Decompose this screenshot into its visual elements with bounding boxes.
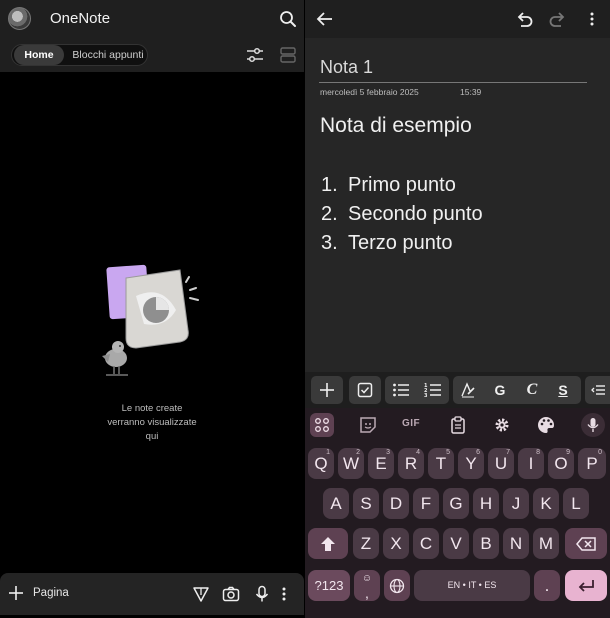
- backspace-key[interactable]: [565, 528, 607, 559]
- checkbox-button[interactable]: [349, 376, 381, 404]
- note-editor-pane: Nota 1 mercoledì 5 febbraio 2025 15:39 N…: [305, 0, 610, 618]
- key-w[interactable]: W2: [338, 448, 364, 479]
- note-time: 15:39: [460, 87, 482, 97]
- space-bar[interactable]: EN • IT • ES: [414, 570, 530, 601]
- key-z[interactable]: Z: [353, 528, 379, 559]
- grid-icon: [315, 418, 329, 432]
- microphone-icon: [587, 418, 599, 432]
- text-style-group: G C S: [453, 376, 581, 404]
- key-s[interactable]: S: [353, 488, 379, 519]
- key-h[interactable]: H: [473, 488, 499, 519]
- plus-icon: [320, 383, 334, 397]
- formatting-toolbar: 1 2 3 G C S: [305, 372, 610, 408]
- apps-grid-button[interactable]: [310, 413, 334, 437]
- bulleted-list-icon[interactable]: [392, 382, 410, 398]
- plus-icon[interactable]: [8, 585, 24, 601]
- list-buttons-group: 1 2 3: [385, 376, 449, 404]
- undo-icon[interactable]: [514, 9, 534, 29]
- sticker-icon[interactable]: [358, 415, 378, 435]
- title-underline: [319, 82, 587, 83]
- key-l[interactable]: L: [563, 488, 589, 519]
- period-key[interactable]: .: [534, 570, 560, 601]
- clipboard-icon[interactable]: [448, 415, 468, 435]
- numbered-list-icon[interactable]: 1 2 3: [424, 382, 442, 398]
- notes-list-pane: OneNote Home Blocchi appunti Le note cre…: [0, 0, 304, 618]
- key-a[interactable]: A: [323, 488, 349, 519]
- note-numbered-list[interactable]: 1. Primo punto 2. Secondo punto 3. Terzo…: [321, 171, 483, 258]
- enter-arrow-icon: [578, 580, 594, 592]
- checkbox-icon: [357, 382, 373, 398]
- empty-notes-illustration-icon: [102, 264, 199, 376]
- emoji-comma-key[interactable]: ☺ ,: [354, 570, 380, 601]
- list-item[interactable]: 3. Terzo punto: [321, 229, 483, 258]
- key-q[interactable]: Q1: [308, 448, 334, 479]
- key-j[interactable]: J: [503, 488, 529, 519]
- language-key[interactable]: [384, 570, 410, 601]
- list-item[interactable]: 1. Primo punto: [321, 171, 483, 200]
- key-k[interactable]: K: [533, 488, 559, 519]
- key-i[interactable]: I8: [518, 448, 544, 479]
- tab-blocchi-appunti[interactable]: Blocchi appunti: [68, 45, 148, 65]
- more-options-icon[interactable]: [587, 9, 597, 29]
- emoji-icon: ☺: [361, 573, 373, 584]
- camera-icon[interactable]: [222, 585, 240, 603]
- key-g[interactable]: G: [443, 488, 469, 519]
- outdent-icon: [591, 385, 605, 395]
- key-x[interactable]: X: [383, 528, 409, 559]
- avatar[interactable]: [8, 7, 31, 30]
- bold-button[interactable]: G: [491, 376, 509, 404]
- list-item[interactable]: 2. Secondo punto: [321, 200, 483, 229]
- app-title: OneNote: [50, 10, 111, 27]
- note-date: mercoledì 5 febbraio 2025: [320, 87, 419, 97]
- backspace-icon: [576, 537, 596, 551]
- key-m[interactable]: M: [533, 528, 559, 559]
- gear-icon[interactable]: [492, 415, 512, 435]
- editor-toolbar: [305, 0, 610, 38]
- gif-button[interactable]: GIF: [402, 418, 420, 429]
- text-style-pen-icon[interactable]: [460, 382, 476, 398]
- back-arrow-icon[interactable]: [315, 9, 335, 29]
- key-e[interactable]: E3: [368, 448, 394, 479]
- strikethrough-button[interactable]: S: [554, 376, 572, 404]
- new-page-button[interactable]: Pagina: [33, 587, 69, 599]
- app-header: OneNote Home Blocchi appunti: [0, 0, 304, 72]
- enter-key[interactable]: [565, 570, 607, 601]
- search-icon[interactable]: [278, 9, 298, 29]
- shift-arrow-icon: [321, 537, 335, 551]
- filter-sliders-icon[interactable]: [245, 46, 265, 64]
- key-v[interactable]: V: [443, 528, 469, 559]
- key-b[interactable]: B: [473, 528, 499, 559]
- key-c[interactable]: C: [413, 528, 439, 559]
- insert-plus-button[interactable]: [311, 376, 343, 404]
- redo-icon[interactable]: [548, 9, 568, 29]
- view-tabs: Home Blocchi appunti: [11, 44, 148, 66]
- indent-button[interactable]: [585, 376, 610, 404]
- key-y[interactable]: Y6: [458, 448, 484, 479]
- key-f[interactable]: F: [413, 488, 439, 519]
- tab-home[interactable]: Home: [14, 45, 64, 65]
- key-o[interactable]: O9: [548, 448, 574, 479]
- note-title[interactable]: Nota 1: [320, 57, 373, 78]
- shift-key[interactable]: [308, 528, 348, 559]
- on-screen-keyboard: GIF Q1 W2 E3 R 4 T 5 Y 6 U 7 I 8 O 9 P 0…: [305, 408, 610, 618]
- bottom-action-bar: Pagina: [0, 573, 304, 615]
- note-body-heading[interactable]: Nota di esempio: [320, 114, 472, 138]
- voice-input-button[interactable]: [581, 413, 605, 437]
- italic-button[interactable]: C: [523, 376, 541, 404]
- key-r[interactable]: R4: [398, 448, 424, 479]
- key-p[interactable]: P0: [578, 448, 606, 479]
- key-n[interactable]: N: [503, 528, 529, 559]
- key-u[interactable]: U7: [488, 448, 514, 479]
- palette-icon[interactable]: [536, 415, 556, 435]
- pen-draw-icon[interactable]: [192, 585, 210, 603]
- svg-text:3: 3: [424, 393, 428, 398]
- key-t[interactable]: T5: [428, 448, 454, 479]
- microphone-icon[interactable]: [253, 585, 271, 603]
- key-d[interactable]: D: [383, 488, 409, 519]
- globe-icon: [389, 578, 405, 594]
- more-options-icon[interactable]: [279, 585, 289, 603]
- empty-state-message: Le note create verranno visualizzate qui: [107, 403, 197, 442]
- symbols-key[interactable]: ?123: [308, 570, 350, 601]
- layout-toggle-icon[interactable]: [279, 46, 297, 64]
